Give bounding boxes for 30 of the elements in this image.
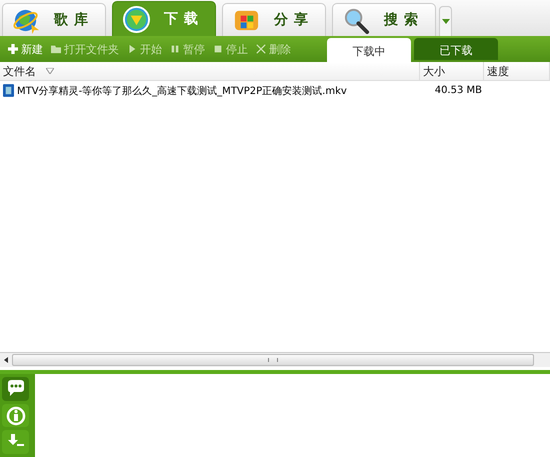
main-tab[interactable]: 分享 [222,3,326,36]
left-arrow-icon [4,357,8,363]
info-icon [6,406,26,426]
play-icon [127,44,137,54]
close-icon [256,44,266,54]
sub-tab[interactable]: 已下载 [414,38,498,60]
toolbar-button[interactable]: 新建 [4,37,47,61]
stop-icon [213,44,223,54]
main-tab[interactable]: 搜索 [332,3,436,36]
column-header[interactable]: 文件名 [0,62,420,80]
file-size: 40.53 MB [434,85,483,96]
pause-icon [170,44,180,54]
plus-icon [8,44,18,54]
chat-bubble-icon [6,378,26,399]
main-tab[interactable]: 歌库 [2,3,106,36]
search-icon [343,6,370,34]
caret-icon [442,19,450,24]
dropdown-button[interactable] [439,6,452,36]
side-panel-button[interactable] [2,377,29,401]
side-panel-button[interactable] [2,430,29,454]
main-tab[interactable]: 下载 [112,1,216,36]
column-header[interactable]: 大小 [420,62,484,80]
side-panel-button[interactable] [2,404,29,428]
file-icon [3,84,14,97]
file-name: MTV分享精灵-等你等了那么久_高速下载测试_MTVP2P正确安装测试.mkv [17,84,347,98]
sort-icon [46,68,54,74]
download-icon [123,6,150,32]
folder-icon [51,44,61,54]
column-header[interactable]: 速度 [484,62,550,80]
sub-tab[interactable]: 下载中 [327,38,411,62]
